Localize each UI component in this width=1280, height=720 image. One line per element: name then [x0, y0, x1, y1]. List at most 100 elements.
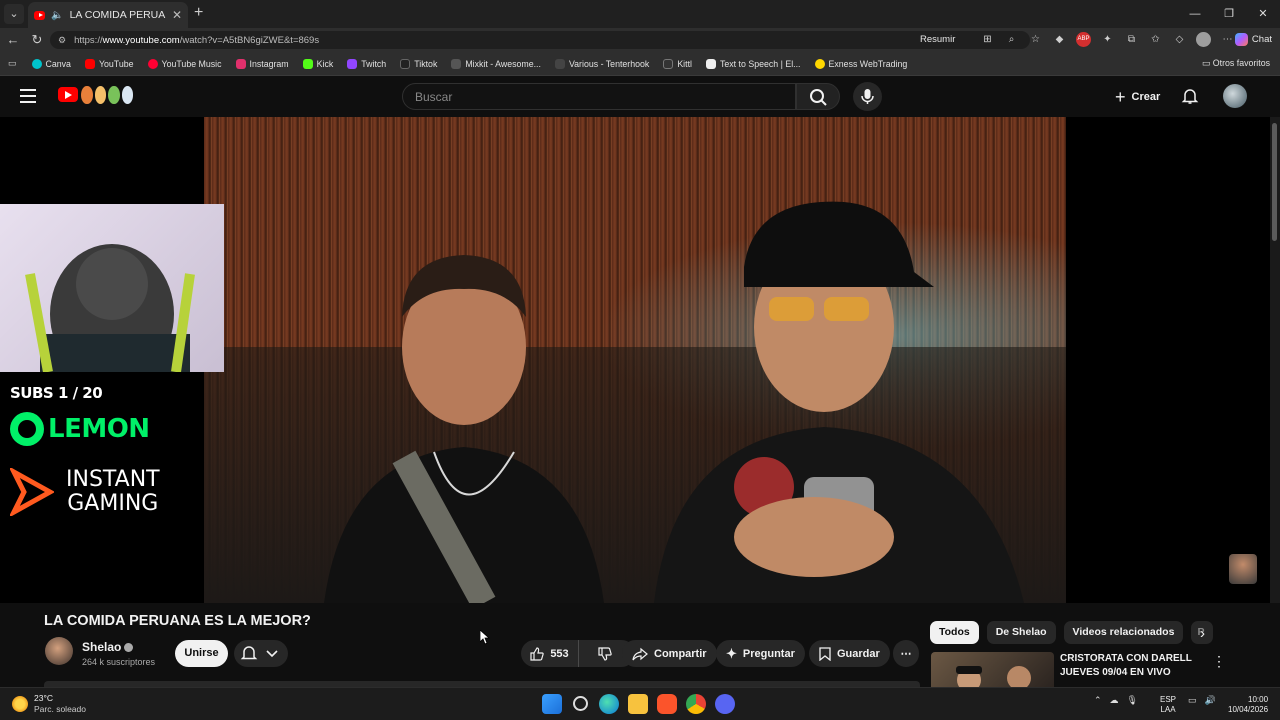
favorite-tenterhook[interactable]: Various - Tenterhook — [550, 58, 654, 69]
subscription-bell-button[interactable] — [234, 640, 288, 667]
network-volume-tray[interactable]: ▭ 🔊 — [1188, 695, 1216, 706]
ask-button[interactable]: ✦ Preguntar — [716, 640, 805, 667]
input-language-indicator[interactable]: ESP LAA — [1160, 695, 1176, 715]
channel-name[interactable]: Shelao — [82, 640, 121, 654]
favorite-canva[interactable]: Canva — [27, 58, 76, 69]
close-window-icon[interactable]: ✕ — [1246, 0, 1280, 28]
instagram-icon — [235, 58, 246, 69]
share-button[interactable]: Compartir — [622, 640, 717, 667]
tab-close-icon[interactable]: ✕ — [172, 8, 182, 22]
video-person-left — [324, 255, 604, 603]
recommended-video-title[interactable]: CRISTORATA CON DARELL JUEVES 09/04 EN VI… — [1060, 652, 1200, 680]
favorite-text-to-speech[interactable]: Text to Speech | El... — [701, 58, 806, 69]
favorite-label: Instagram — [249, 58, 289, 69]
channel-avatar[interactable] — [45, 637, 73, 665]
tab-actions-menu[interactable]: ⌄ — [4, 4, 24, 24]
search-icon[interactable] — [573, 696, 588, 711]
search-button[interactable] — [796, 83, 840, 110]
favorite-mixkit[interactable]: Mixkit - Awesome... — [446, 58, 546, 69]
shield-icon[interactable]: ◇ — [1172, 32, 1187, 47]
favorite-instagram[interactable]: Instagram — [231, 58, 294, 69]
brave-browser-icon[interactable] — [657, 694, 677, 714]
video-player[interactable]: SUBS 1 / 20 LEMON INSTANT GAMING — [0, 117, 1270, 603]
more-options-icon[interactable]: ⋯ — [1220, 32, 1235, 47]
reload-icon[interactable]: ↻ — [28, 31, 46, 49]
like-button[interactable]: 553 — [521, 640, 579, 667]
taskbar-apps — [542, 694, 735, 714]
page-scrollbar[interactable] — [1270, 117, 1280, 687]
favorite-tiktok[interactable]: Tiktok — [395, 58, 442, 69]
save-button[interactable]: Guardar — [809, 640, 890, 667]
url-bar[interactable]: ⚙ https://www.youtube.com/watch?v=A5tBN6… — [50, 31, 1030, 49]
youtube-favicon-icon — [34, 10, 46, 20]
chevron-right-icon[interactable]: › — [1200, 625, 1205, 642]
like-dislike-group: 553 — [521, 640, 635, 667]
recommended-video-thumbnail[interactable] — [931, 652, 1054, 687]
account-avatar[interactable] — [1223, 84, 1247, 108]
chip-videos-relacionados[interactable]: Videos relacionados — [1063, 621, 1184, 644]
sponsor-overlay-panel: SUBS 1 / 20 LEMON INSTANT GAMING — [0, 372, 204, 603]
speaker-icon[interactable]: 🔈 — [51, 10, 63, 21]
favorite-label: Text to Speech | El... — [719, 58, 801, 69]
subs-goal-text: SUBS 1 / 20 — [10, 384, 103, 402]
favorite-exness[interactable]: Exness WebTrading — [810, 58, 913, 69]
dislike-button[interactable] — [585, 640, 625, 667]
microphone-tray-icon[interactable]: 🎙 — [1127, 695, 1138, 706]
favorite-label: Tiktok — [414, 58, 438, 69]
puzzle-icon[interactable]: ✦ — [1100, 32, 1115, 47]
copilot-chat-button[interactable]: Chat — [1234, 33, 1272, 46]
video-frame[interactable] — [204, 117, 1066, 603]
more-vertical-icon[interactable]: ⋮ — [1212, 653, 1226, 670]
site-info-icon[interactable]: ⚙ — [58, 35, 66, 46]
apps-icon[interactable]: ⊞ — [980, 32, 995, 47]
chip-todos[interactable]: Todos — [930, 621, 979, 644]
onedrive-cloud-icon[interactable]: ☁ — [1110, 695, 1119, 706]
edge-browser-icon[interactable] — [599, 694, 619, 714]
voice-search-button[interactable] — [853, 82, 882, 111]
minimize-icon[interactable]: — — [1178, 0, 1212, 28]
profile-avatar-icon[interactable] — [1196, 32, 1211, 47]
chrome-icon[interactable] — [686, 694, 706, 714]
favorite-kick[interactable]: Kick — [298, 58, 339, 69]
channel-watermark-avatar[interactable] — [1229, 554, 1257, 584]
other-favorites-folder[interactable]: ▭ Otros favoritos — [1202, 58, 1270, 69]
back-arrow-icon[interactable]: ← — [4, 31, 22, 49]
favorite-label: Various - Tenterhook — [568, 58, 650, 69]
video-title: LA COMIDA PERUANA ES LA MEJOR? — [44, 613, 311, 629]
share-label: Compartir — [654, 647, 707, 660]
extension-diamond-icon[interactable]: ◆ — [1052, 32, 1067, 47]
youtube-logo-icon[interactable] — [58, 87, 78, 102]
favorite-youtube-music[interactable]: YouTube Music — [143, 58, 227, 69]
video-person-right — [654, 201, 1024, 603]
youtube-doodle-logo[interactable] — [81, 86, 133, 104]
chip-de-shelao[interactable]: De Shelao — [986, 621, 1056, 644]
sparkle-icon: ✦ — [726, 645, 737, 661]
zoom-icon[interactable]: ⌕ — [1004, 32, 1019, 47]
favorite-twitch[interactable]: Twitch — [342, 58, 391, 69]
weather-widget[interactable]: 23°C Parc. soleado — [12, 693, 86, 715]
windows-start-icon[interactable] — [542, 694, 562, 714]
create-button[interactable]: + Crear — [1107, 83, 1168, 110]
join-button[interactable]: Unirse — [175, 640, 228, 667]
collections-icon[interactable]: ▭ — [8, 58, 17, 69]
new-tab-icon[interactable]: + — [194, 5, 203, 21]
more-actions-button[interactable]: ⋯ — [893, 640, 919, 667]
star-icon[interactable]: ☆ — [1028, 32, 1043, 47]
adblock-icon[interactable]: ABP — [1076, 32, 1091, 47]
discord-icon[interactable] — [715, 694, 735, 714]
maximize-icon[interactable]: ❐ — [1212, 0, 1246, 28]
menu-icon[interactable] — [20, 89, 36, 103]
split-screen-icon[interactable]: ⧉ — [1124, 32, 1139, 47]
favorites-icon[interactable]: ✩ — [1148, 32, 1163, 47]
scrollbar-thumb[interactable] — [1272, 123, 1277, 241]
favorite-youtube[interactable]: YouTube — [80, 58, 139, 69]
search-input[interactable]: Buscar — [402, 83, 796, 110]
active-tab[interactable]: 🔈 LA COMIDA PERUANA ES LA M ✕ — [28, 2, 188, 28]
notifications-bell-icon[interactable] — [1181, 87, 1199, 105]
file-explorer-icon[interactable] — [628, 694, 648, 714]
chevron-up-icon[interactable]: ⌃ — [1094, 695, 1102, 706]
summarize-button[interactable]: Resumir — [920, 34, 955, 45]
favorite-kittl[interactable]: Kittl — [658, 58, 697, 69]
system-clock[interactable]: 10:00 10/04/2026 — [1228, 695, 1268, 715]
instant-gaming-logo: INSTANT GAMING — [10, 468, 160, 516]
